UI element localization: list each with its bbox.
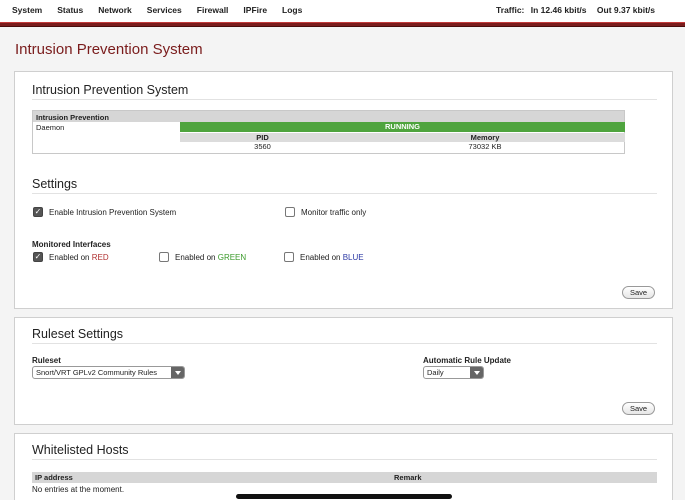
monitored-interfaces-label: Monitored Interfaces (32, 240, 111, 249)
ruleset-panel: Ruleset Settings Ruleset Snort/VRT GPLv2… (14, 317, 673, 425)
ruleset-label: Ruleset (32, 356, 61, 365)
process-values: 3560 73032 KB (180, 142, 625, 152)
menu-system[interactable]: System (12, 5, 42, 15)
whitelist-panel: Whitelisted Hosts IP address Remark No e… (14, 433, 673, 500)
traffic-in: In 12.46 kbit/s (530, 5, 587, 15)
divider (32, 193, 657, 194)
enable-ips-checkbox[interactable]: Enable Intrusion Prevention System (33, 207, 176, 217)
interface-red-checkbox[interactable]: Enabled on RED (33, 252, 109, 262)
monitor-only-checkbox[interactable]: Monitor traffic only (285, 207, 366, 217)
pid-value: 3560 (254, 142, 271, 151)
home-indicator (236, 494, 452, 499)
ruleset-select[interactable]: Snort/VRT GPLv2 Community Rules (32, 366, 185, 379)
update-selected-value: Daily (427, 368, 444, 377)
page-title: Intrusion Prevention System (15, 41, 203, 58)
checkbox-unchecked-icon[interactable] (159, 252, 169, 262)
whitelist-title: Whitelisted Hosts (32, 443, 129, 457)
menu-firewall[interactable]: Firewall (197, 5, 229, 15)
chevron-down-icon (470, 367, 483, 378)
top-navigation: System Status Network Services Firewall … (0, 0, 685, 22)
save-ruleset-button[interactable]: Save (622, 402, 656, 415)
ruleset-selected-value: Snort/VRT GPLv2 Community Rules (36, 368, 158, 377)
checkbox-checked-icon[interactable] (33, 252, 43, 262)
ips-panel: Intrusion Prevention System Intrusion Pr… (14, 71, 673, 309)
process-header: PID Memory (180, 133, 625, 142)
traffic-out: Out 9.37 kbit/s (596, 5, 655, 15)
column-ip-address: IP address (35, 473, 73, 482)
table-header: Intrusion Prevention (33, 111, 624, 122)
menu-status[interactable]: Status (57, 5, 83, 15)
chevron-down-icon (171, 367, 184, 378)
traffic-label: Traffic: (496, 5, 525, 15)
monitor-only-label: Monitor traffic only (301, 207, 367, 217)
status-badge: RUNNING (180, 122, 625, 132)
traffic-readout: Traffic: In 12.46 kbit/s Out 9.37 kbit/s (492, 5, 655, 15)
checkbox-checked-icon[interactable] (33, 207, 43, 217)
settings-title: Settings (32, 177, 78, 191)
whitelist-table-header: IP address Remark (32, 472, 657, 483)
update-label: Automatic Rule Update (423, 356, 512, 365)
interface-red-zone: RED (91, 252, 109, 262)
enable-ips-label: Enable Intrusion Prevention System (49, 207, 177, 217)
divider (32, 99, 657, 100)
menu-logs[interactable]: Logs (282, 5, 302, 15)
ips-panel-title: Intrusion Prevention System (32, 83, 189, 97)
pid-header: PID (256, 133, 269, 142)
menu-ipfire[interactable]: IPFire (243, 5, 267, 15)
main-menu: System Status Network Services Firewall … (12, 5, 317, 15)
update-select[interactable]: Daily (423, 366, 484, 379)
menu-services[interactable]: Services (147, 5, 182, 15)
column-remark: Remark (394, 473, 422, 482)
whitelist-empty-message: No entries at the moment. (32, 485, 125, 494)
interface-blue-zone: BLUE (342, 252, 364, 262)
save-settings-button[interactable]: Save (622, 286, 656, 299)
memory-value: 73032 KB (468, 142, 502, 151)
divider (32, 343, 657, 344)
daemon-label: Daemon (36, 123, 65, 132)
memory-header: Memory (470, 133, 500, 142)
ips-status-table: Intrusion Prevention Daemon RUNNING PID … (32, 110, 625, 154)
header-divider (0, 22, 685, 27)
checkbox-unchecked-icon[interactable] (285, 207, 295, 217)
divider (32, 459, 657, 460)
table-row: Daemon RUNNING PID Memory 3560 73032 KB (33, 122, 625, 153)
interface-green-prefix: Enabled on (175, 252, 216, 262)
interface-blue-prefix: Enabled on (300, 252, 341, 262)
interface-blue-checkbox[interactable]: Enabled on BLUE (284, 252, 364, 262)
interface-green-zone: GREEN (217, 252, 247, 262)
checkbox-unchecked-icon[interactable] (284, 252, 294, 262)
menu-network[interactable]: Network (98, 5, 132, 15)
ruleset-title: Ruleset Settings (32, 327, 124, 341)
interface-red-prefix: Enabled on (49, 252, 90, 262)
interface-green-checkbox[interactable]: Enabled on GREEN (159, 252, 246, 262)
